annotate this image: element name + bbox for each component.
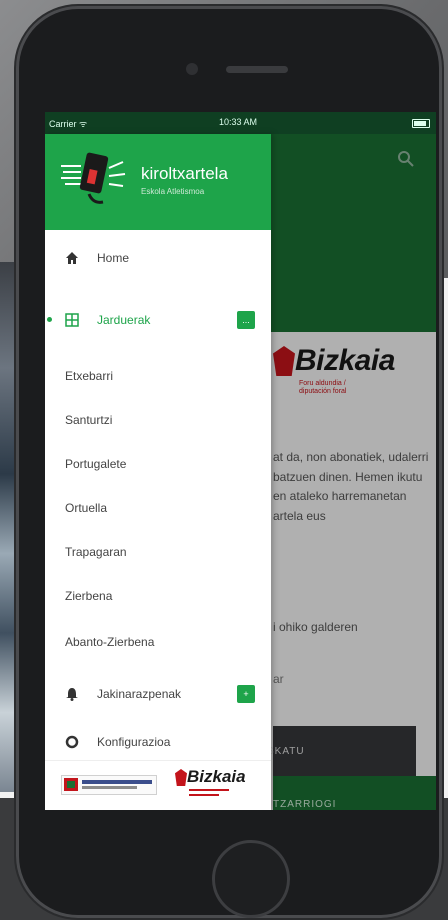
drawer-header: kiroltxartela Eskola Atletismoa [45,134,271,230]
battery-icon [412,119,430,128]
home-button[interactable] [212,840,290,918]
jarduerak-badge[interactable]: ... [237,311,255,329]
active-indicator [47,317,52,322]
menu-label-trapagaran: Trapagaran [65,545,127,559]
eusko-flag-icon [64,778,78,791]
footer-bizkaia-logo: Bizkaia [175,767,265,807]
front-camera [186,63,198,75]
eusko-jaurlaritza-logo [61,775,157,795]
menu-label-konfigurazioa: Konfigurazioa [97,735,171,749]
grid-icon [65,313,79,327]
status-bar: Carrier ᯤ 10:33 AM [45,112,436,134]
menu-item-zierbena[interactable]: Zierbena [45,576,271,616]
jakinarazpenak-badge[interactable]: + [237,685,255,703]
app-subtitle: Eskola Atletismoa [141,187,205,196]
menu-item-abanto-zierbena[interactable]: Abanto-Zierbena [45,622,271,662]
menu-label-portugalete: Portugalete [65,457,127,471]
app-title: kiroltxartela [141,164,228,183]
menu-item-etxebarri[interactable]: Etxebarri [45,356,271,396]
menu-label-santurtzi: Santurtzi [65,413,113,427]
menu-label-ortuella: Ortuella [65,501,108,515]
menu-item-home[interactable]: Home [45,238,271,278]
footer-bizkaia-text: Bizkaia [187,767,246,786]
clock: 10:33 AM [219,117,258,127]
menu-label-etxebarri: Etxebarri [65,369,114,383]
earpiece-speaker [226,66,288,73]
menu-item-trapagaran[interactable]: Trapagaran [45,532,271,572]
menu-item-ortuella[interactable]: Ortuella [45,488,271,528]
menu-label-jarduerak: Jarduerak [97,313,151,327]
menu-label-zierbena: Zierbena [65,589,113,603]
menu-item-santurtzi[interactable]: Santurtzi [45,400,271,440]
drawer-footer: Bizkaia [45,760,271,810]
bell-icon [66,688,78,701]
menu-item-portugalete[interactable]: Portugalete [45,444,271,484]
phone-screen: Carrier ᯤ 10:33 AM Bizkaia Foru aldundia… [45,112,436,810]
menu-item-jakinarazpenak[interactable]: Jakinarazpenak + [45,674,271,714]
drawer-scrim[interactable] [271,134,436,810]
home-icon [66,252,78,264]
menu-item-konfigurazioa[interactable]: Konfigurazioa [45,722,271,762]
carrier-label: Carrier ᯤ [49,119,88,129]
menu-label-abanto-zierbena: Abanto-Zierbena [65,635,155,649]
menu-item-jarduerak[interactable]: Jarduerak ... [45,300,271,340]
settings-icon [65,735,79,749]
menu-label-jakinarazpenak: Jakinarazpenak [97,687,182,701]
menu-label-home: Home [97,251,130,265]
footer-bizkaia-mark-icon [175,769,187,786]
kiroltxartela-logo-icon [61,152,126,204]
navigation-drawer: kiroltxartela Eskola Atletismoa Home Jar… [45,134,271,810]
